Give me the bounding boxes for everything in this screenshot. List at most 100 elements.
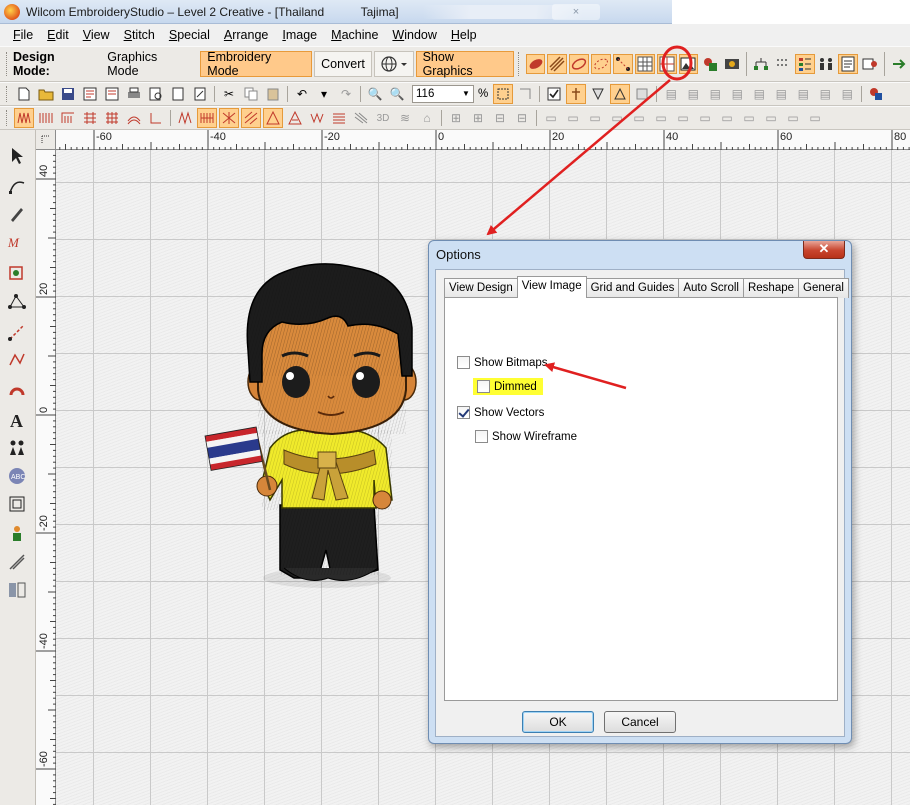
menu-item-special[interactable]: Special (162, 28, 217, 42)
stitch-type-icon[interactable] (102, 108, 122, 128)
menu-item-arrange[interactable]: Arrange (217, 28, 275, 42)
align-icon[interactable]: ▤ (749, 84, 769, 104)
export-icon[interactable] (80, 84, 100, 104)
arrange-icon[interactable]: ▭ (541, 108, 561, 128)
3d-stitch-icon[interactable]: 3D (373, 108, 393, 128)
stitch-type-icon[interactable]: ≋ (395, 108, 415, 128)
undo-icon[interactable]: ↶ (292, 84, 312, 104)
arrange-icon[interactable]: ▭ (695, 108, 715, 128)
transform-icon[interactable]: ⊟ (490, 108, 510, 128)
stitch-type-icon[interactable]: ⌂ (417, 108, 437, 128)
arrange-icon[interactable]: ▭ (607, 108, 627, 128)
cancel-button[interactable]: Cancel (604, 711, 676, 733)
fill-stitch-icon[interactable] (307, 108, 327, 128)
fill-stitch-icon[interactable] (241, 108, 261, 128)
offset-icon[interactable] (5, 492, 29, 516)
transform-icon[interactable]: ⊟ (512, 108, 532, 128)
zoom-combobox[interactable]: 116 ▼ (412, 85, 474, 103)
dimmed-checkbox[interactable] (477, 380, 490, 393)
embroidery-mode-button[interactable]: Embroidery Mode (200, 50, 313, 78)
toolbar-grip[interactable] (6, 52, 9, 76)
fill-stitch-icon[interactable] (219, 108, 239, 128)
align-icon[interactable]: ▤ (771, 84, 791, 104)
save-icon[interactable] (58, 84, 78, 104)
arrange-icon[interactable]: ▭ (673, 108, 693, 128)
show-bitmaps-option[interactable]: Show Bitmaps (457, 356, 548, 369)
print-icon[interactable] (124, 84, 144, 104)
tab-auto-scroll[interactable]: Auto Scroll (678, 278, 744, 298)
tab-reshape[interactable]: Reshape (742, 278, 800, 298)
tree-structure-icon[interactable] (751, 54, 771, 74)
node-icon[interactable] (610, 84, 631, 104)
reshape-icon[interactable] (5, 174, 29, 198)
stitch-player-icon[interactable] (860, 54, 880, 74)
fill-stitch-icon[interactable] (329, 108, 349, 128)
ruler-corner[interactable] (36, 130, 56, 150)
arrange-icon[interactable]: ▭ (739, 108, 759, 128)
toolbar-grip[interactable] (6, 110, 9, 126)
fill-stitch-icon[interactable] (197, 108, 217, 128)
arrange-icon[interactable]: ▭ (717, 108, 737, 128)
hoop-icon[interactable] (493, 84, 514, 104)
badge-abc-icon[interactable]: ABC (5, 464, 29, 488)
funnel-icon[interactable] (588, 84, 608, 104)
menu-item-help[interactable]: Help (444, 28, 484, 42)
grid-icon[interactable] (634, 54, 655, 74)
zoom-page-icon[interactable] (146, 84, 166, 104)
stitch-type-icon[interactable] (36, 108, 56, 128)
show-graphics-button[interactable]: Show Graphics (415, 50, 514, 78)
tab-grid-and-guides[interactable]: Grid and Guides (585, 278, 680, 298)
close-button[interactable]: ✕ (803, 241, 845, 259)
new-file-icon[interactable] (14, 84, 34, 104)
stitch-select-icon[interactable] (515, 84, 535, 104)
menu-item-file[interactable]: File (6, 28, 40, 42)
fill-stitch-icon[interactable] (263, 108, 283, 128)
fill-stitch-icon[interactable] (285, 108, 305, 128)
align-icon[interactable]: ▤ (705, 84, 725, 104)
align-icon[interactable]: ▤ (661, 84, 681, 104)
arrange-icon[interactable]: ▭ (563, 108, 583, 128)
needle-icon[interactable] (566, 84, 587, 104)
motif-people-icon[interactable] (5, 522, 29, 546)
tab-view-image[interactable]: View Image (516, 276, 587, 298)
zoom-icon[interactable]: 🔍 (387, 84, 407, 104)
tag-icon[interactable] (632, 84, 652, 104)
satin-leaf-icon[interactable] (525, 54, 546, 74)
arrow-export-icon[interactable] (889, 54, 909, 74)
show-bitmap-image-icon[interactable] (678, 54, 699, 74)
align-icon[interactable]: ▤ (683, 84, 703, 104)
menu-item-machine[interactable]: Machine (324, 28, 385, 42)
arc-stitch-icon[interactable] (5, 378, 29, 402)
monogram-icon[interactable]: M (5, 230, 29, 254)
tatami-fill-icon[interactable] (547, 54, 568, 74)
run-stitch-icon[interactable] (5, 320, 29, 344)
cut-icon[interactable]: ✂ (219, 84, 239, 104)
vector-shapes-icon[interactable] (700, 54, 720, 74)
stitch-type-icon[interactable] (58, 108, 78, 128)
dashed-leaf-icon[interactable] (591, 54, 611, 74)
stitch-type-icon[interactable] (124, 108, 144, 128)
graphics-mode-button[interactable]: Graphics Mode (100, 50, 198, 78)
menu-item-view[interactable]: View (76, 28, 117, 42)
show-vectors-option[interactable]: Show Vectors (457, 406, 544, 419)
transform-icon[interactable]: ⊞ (446, 108, 466, 128)
color-shapes-icon[interactable] (866, 84, 886, 104)
arrange-icon[interactable]: ▭ (651, 108, 671, 128)
open-folder-icon[interactable] (36, 84, 56, 104)
ok-button[interactable]: OK (522, 711, 594, 733)
lettering-icon[interactable]: A (5, 408, 29, 432)
select-arrow-icon[interactable] (5, 144, 29, 168)
satin-stitch-icon[interactable] (14, 108, 34, 128)
fill-stitch-icon[interactable] (351, 108, 371, 128)
dropdown-arrow-icon[interactable]: ▾ (314, 84, 334, 104)
appliqué-icon[interactable] (5, 260, 29, 284)
chevron-down-icon[interactable]: ▼ (460, 87, 472, 101)
grid-hatched-icon[interactable] (656, 54, 677, 74)
show-bitmaps-checkbox[interactable] (457, 356, 470, 369)
edit-doc-icon[interactable] (190, 84, 210, 104)
dimmed-option[interactable]: Dimmed (473, 378, 543, 395)
tab-general[interactable]: General (798, 278, 849, 298)
arrange-icon[interactable]: ▭ (585, 108, 605, 128)
toolbar-grip[interactable] (6, 86, 9, 102)
dotted-grid-icon[interactable] (773, 54, 793, 74)
